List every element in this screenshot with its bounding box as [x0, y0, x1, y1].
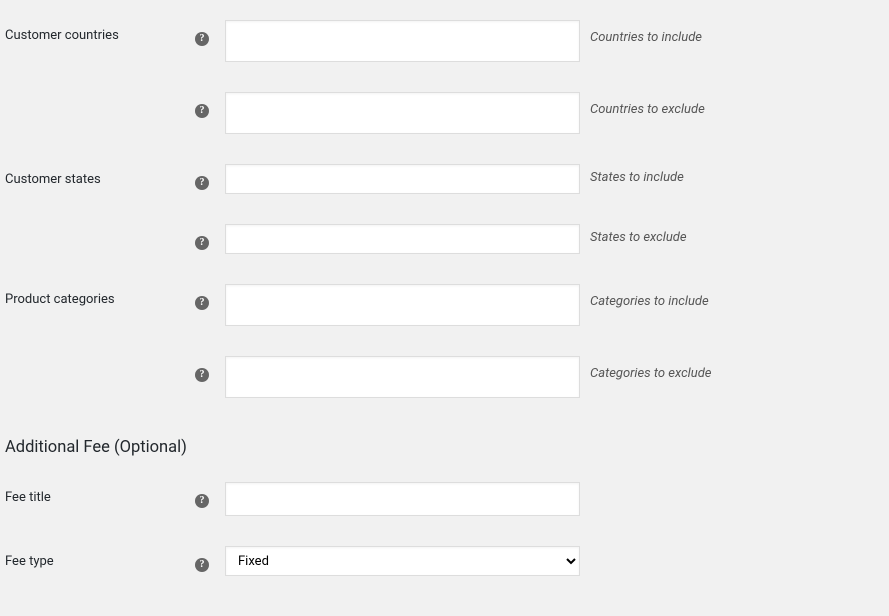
states-include-desc: States to include [580, 164, 684, 185]
additional-fee-heading: Additional Fee (Optional) [5, 438, 884, 457]
help-icon[interactable]: ? [195, 176, 209, 190]
states-exclude-desc: States to exclude [580, 224, 687, 245]
fee-type-label: Fee type [5, 554, 54, 569]
fee-title-input[interactable] [225, 482, 580, 516]
product-categories-label: Product categories [5, 292, 115, 307]
fee-type-select[interactable]: Fixed [225, 546, 580, 576]
help-icon[interactable]: ? [195, 558, 209, 572]
help-icon[interactable]: ? [195, 368, 209, 382]
categories-include-desc: Categories to include [580, 284, 709, 309]
states-include-input[interactable] [225, 164, 580, 194]
categories-include-input[interactable] [225, 284, 580, 326]
fee-title-label: Fee title [5, 490, 51, 505]
help-icon[interactable]: ? [195, 104, 209, 118]
help-icon[interactable]: ? [195, 32, 209, 46]
countries-include-input[interactable] [225, 20, 580, 62]
help-icon[interactable]: ? [195, 494, 209, 508]
categories-exclude-desc: Categories to exclude [580, 356, 712, 381]
customer-countries-label: Customer countries [5, 28, 119, 43]
countries-exclude-desc: Countries to exclude [580, 92, 705, 117]
countries-include-desc: Countries to include [580, 20, 702, 45]
help-icon[interactable]: ? [195, 296, 209, 310]
categories-exclude-input[interactable] [225, 356, 580, 398]
states-exclude-input[interactable] [225, 224, 580, 254]
help-icon[interactable]: ? [195, 236, 209, 250]
countries-exclude-input[interactable] [225, 92, 580, 134]
customer-states-label: Customer states [5, 172, 101, 187]
